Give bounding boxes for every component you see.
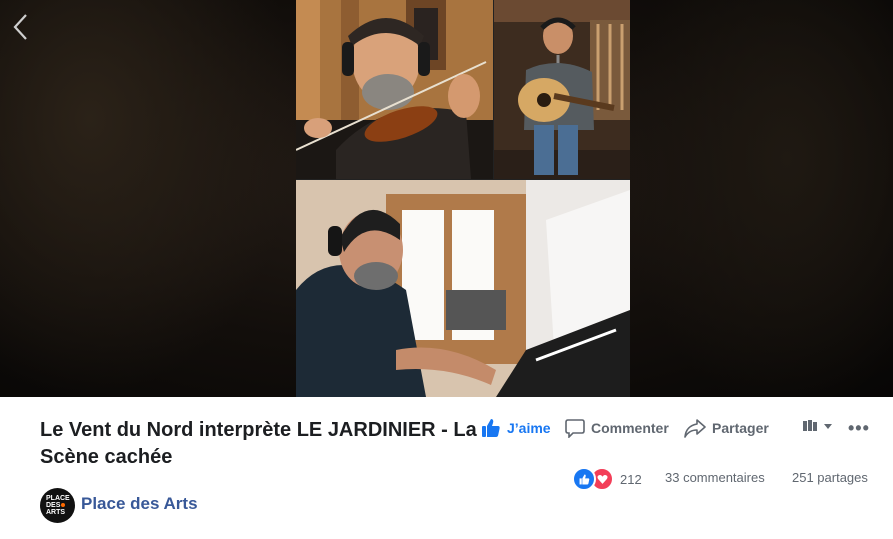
- share-arrow-icon: [684, 419, 706, 438]
- video-tile-violinist: [296, 0, 493, 179]
- avatar-text-line-1: PLACE: [46, 495, 70, 502]
- comment-icon: [565, 419, 585, 438]
- shares-count-link[interactable]: 251 partages: [792, 470, 868, 485]
- avatar-text-line-3: ARTS: [46, 509, 66, 516]
- video-tile-guitarist: [494, 0, 630, 179]
- video-tile-pianist: [296, 180, 630, 397]
- like-label: J’aime: [507, 420, 551, 436]
- post-title: Le Vent du Nord interprète LE JARDINIER …: [40, 419, 477, 468]
- reaction-count: 212: [620, 471, 642, 487]
- page-avatar[interactable]: PLACE DES ARTS: [40, 488, 75, 523]
- like-button[interactable]: J’aime: [481, 417, 551, 439]
- media-viewer: [0, 0, 893, 397]
- comment-label: Commenter: [591, 420, 669, 436]
- like-reaction-icon: [572, 467, 596, 491]
- video-player[interactable]: [296, 0, 630, 397]
- chevron-left-icon[interactable]: [8, 10, 34, 44]
- orange-dot-icon: [61, 503, 66, 507]
- share-label: Partager: [712, 420, 769, 436]
- comment-button[interactable]: Commenter: [565, 417, 669, 439]
- reactions-summary[interactable]: 212: [572, 467, 642, 491]
- avatar-text-line-2: DES: [46, 502, 66, 509]
- thumbs-up-icon: [482, 419, 500, 437]
- public-audience-icon: [803, 420, 817, 431]
- more-options-icon[interactable]: •••: [848, 418, 870, 439]
- page-name-link[interactable]: Place des Arts: [81, 494, 198, 514]
- share-button[interactable]: Partager: [684, 417, 769, 439]
- audience-selector[interactable]: [802, 419, 834, 433]
- comments-count-link[interactable]: 33 commentaires: [665, 470, 765, 485]
- caret-down-icon: [824, 424, 832, 429]
